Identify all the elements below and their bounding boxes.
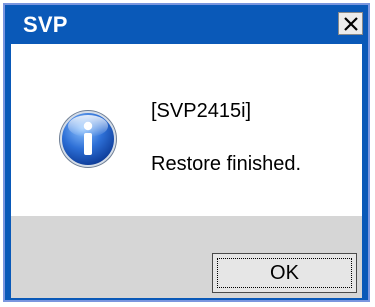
message-area: [SVP2415i] Restore finished. [11,44,362,216]
close-icon [343,16,358,31]
message-dialog: SVP [SVP2415i] Restore finished. OK [3,3,370,302]
title-bar[interactable]: SVP [5,5,368,44]
info-icon [59,110,117,168]
button-bar: OK [11,216,362,298]
message-code: [SVP2415i] [151,100,252,122]
dialog-client-area: [SVP2415i] Restore finished. OK [11,44,362,298]
message-text: Restore finished. [151,153,302,175]
close-button[interactable] [338,12,363,35]
ok-button[interactable]: OK [212,253,357,293]
window-title: SVP [23,12,68,37]
